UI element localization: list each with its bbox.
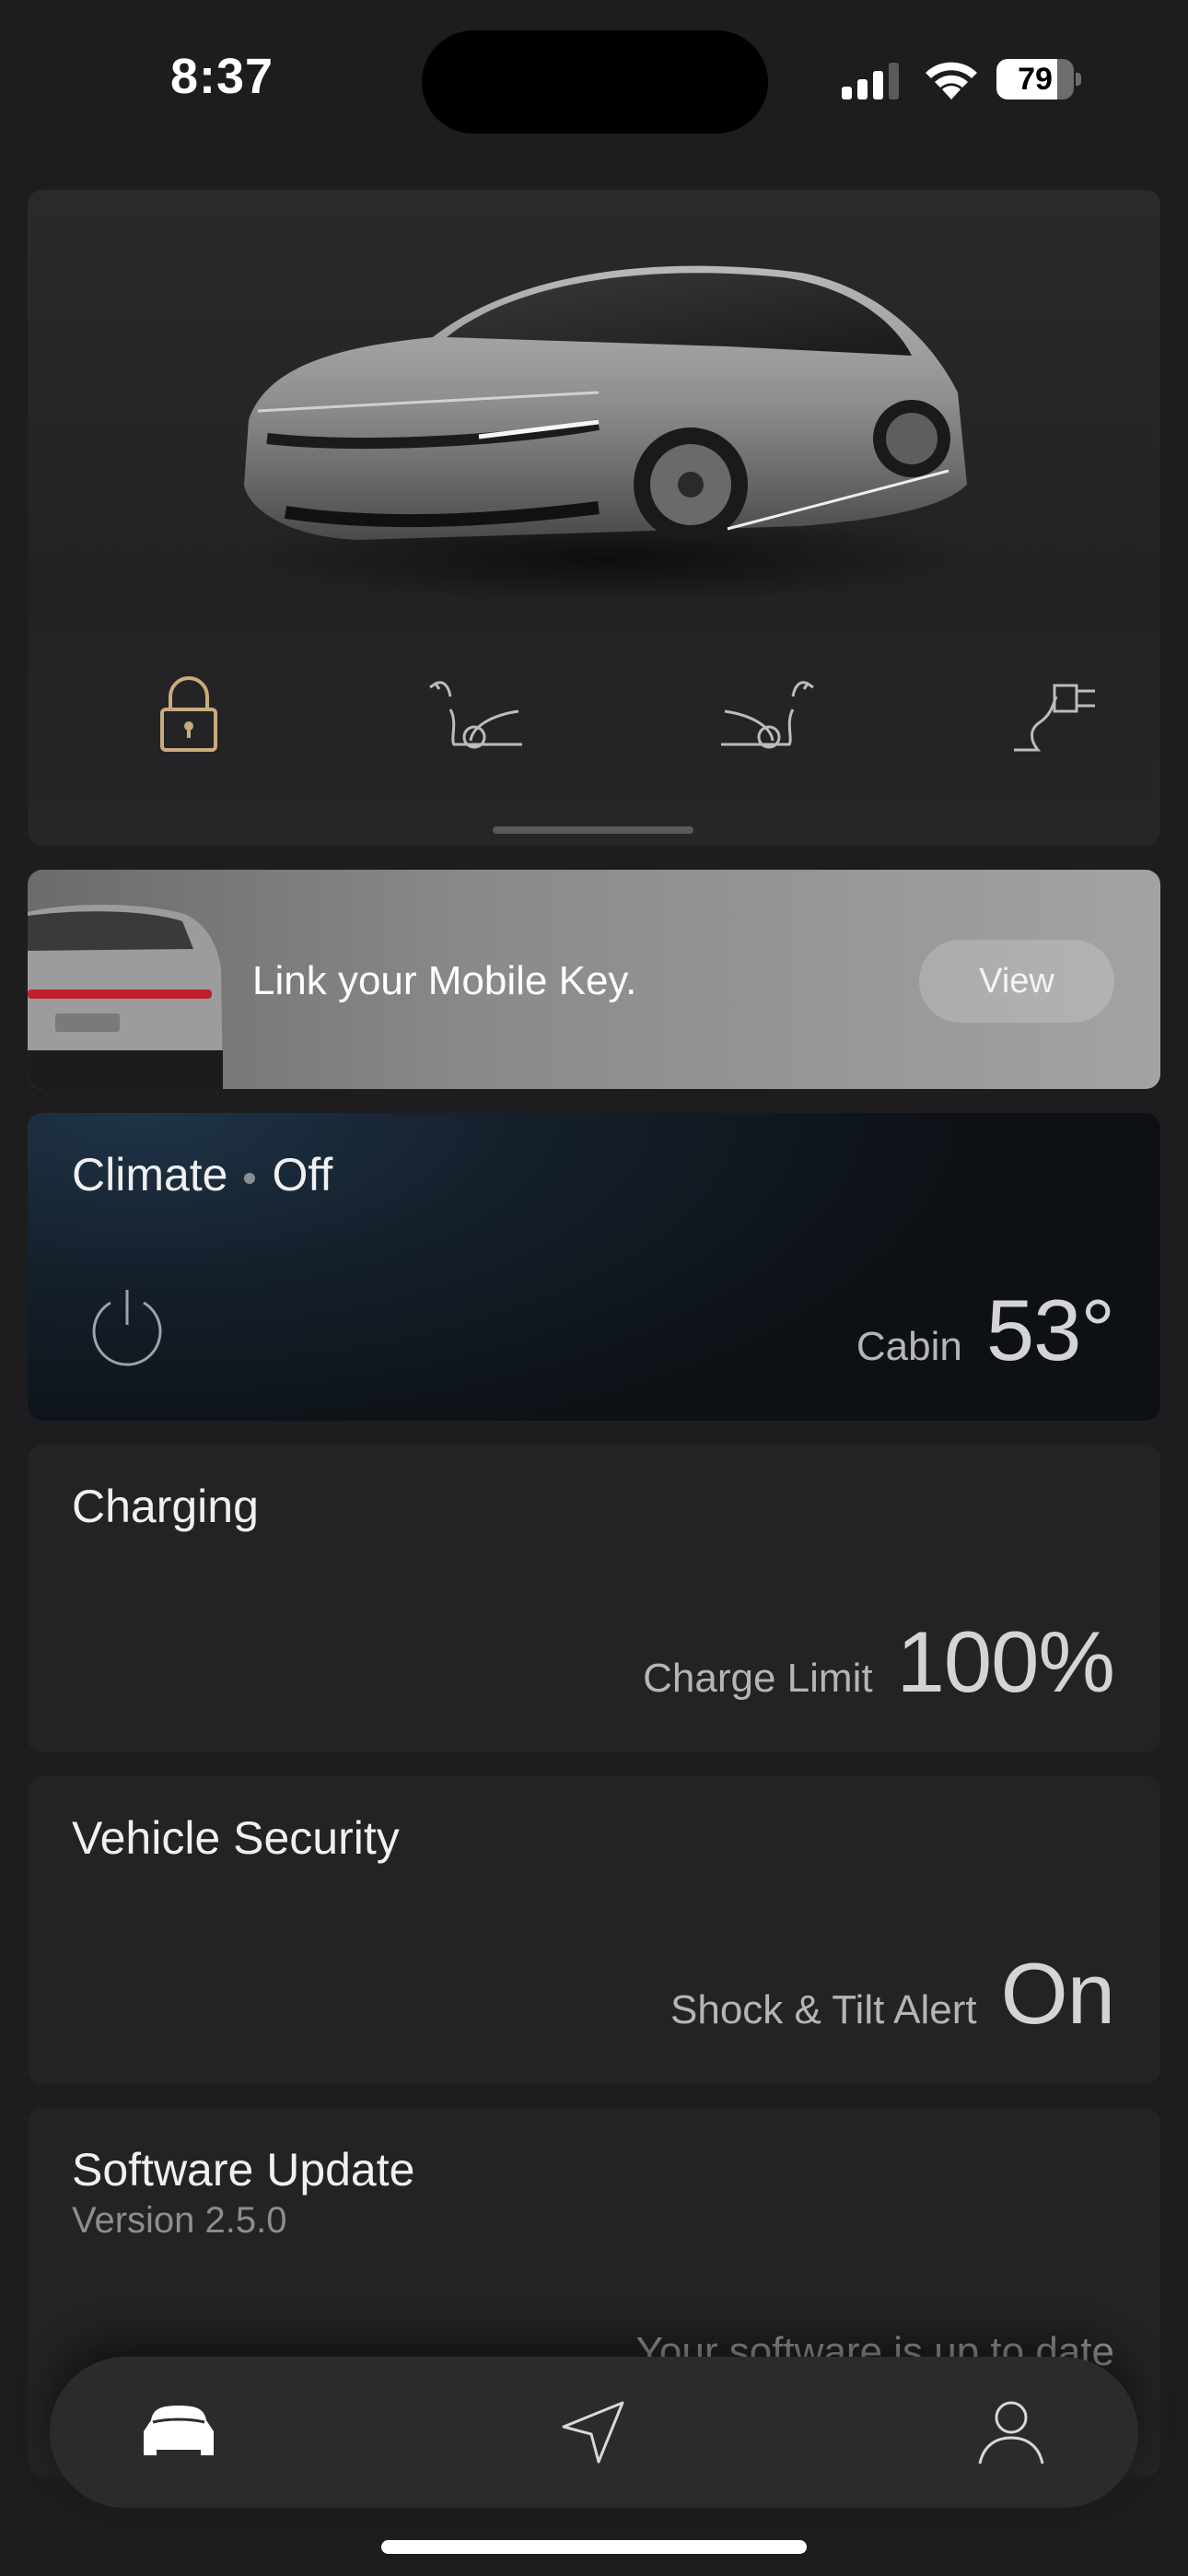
- cellular-signal-icon: [842, 63, 899, 100]
- shock-tilt-label: Shock & Tilt Alert: [670, 1987, 977, 2032]
- shock-tilt-alert: Shock & Tilt Alert On: [670, 1944, 1115, 2043]
- charge-plug-icon: [1014, 684, 1095, 752]
- tab-profile[interactable]: [965, 2386, 1057, 2478]
- charge-limit: Charge Limit 100%: [643, 1612, 1115, 1712]
- cabin-label: Cabin: [856, 1324, 962, 1369]
- charge-limit-value: 100%: [896, 1613, 1115, 1710]
- separator-dot: [244, 1172, 256, 1184]
- padlock-icon: [160, 676, 217, 752]
- home-indicator[interactable]: [381, 2540, 807, 2554]
- trunk-button[interactable]: [702, 650, 831, 779]
- trunk-open-icon: [721, 681, 814, 749]
- mobile-key-message: Link your Mobile Key.: [252, 958, 637, 1003]
- charging-title: Charging: [72, 1481, 259, 1532]
- lock-button[interactable]: [124, 650, 253, 779]
- vehicle-security-card[interactable]: Vehicle Security Shock & Tilt Alert On: [28, 1776, 1160, 2084]
- charge-limit-label: Charge Limit: [643, 1656, 873, 1701]
- tab-vehicle[interactable]: [133, 2386, 225, 2478]
- frunk-button[interactable]: [413, 650, 542, 779]
- person-icon: [978, 2401, 1044, 2465]
- climate-title-row: Climate Off: [72, 1148, 332, 1201]
- tab-navigation[interactable]: [547, 2386, 639, 2478]
- sheet-drag-handle[interactable]: [493, 826, 693, 834]
- charging-card[interactable]: Charging Charge Limit 100%: [28, 1445, 1160, 1752]
- mobile-key-banner[interactable]: Link your Mobile Key. View: [28, 870, 1160, 1089]
- dynamic-island: [422, 30, 768, 134]
- vehicle-image: [239, 265, 976, 604]
- shock-tilt-value: On: [1000, 1945, 1115, 2042]
- cabin-temperature: Cabin 53°: [856, 1281, 1115, 1380]
- cabin-value: 53°: [985, 1282, 1115, 1378]
- wifi-icon: [926, 62, 977, 100]
- status-bar: 8:37 79: [0, 0, 1188, 166]
- climate-state: Off: [272, 1149, 333, 1200]
- view-button[interactable]: View: [919, 940, 1114, 1023]
- charge-port-button[interactable]: [990, 650, 1119, 779]
- vehicle-quick-controls: [28, 650, 1160, 789]
- tab-bar: [50, 2357, 1138, 2508]
- vehicle-hero-card: [28, 190, 1160, 846]
- navigation-arrow-icon: [562, 2401, 624, 2464]
- car-icon: [144, 2406, 214, 2455]
- vehicle-rear-thumbnail: [28, 905, 223, 1089]
- status-time: 8:37: [170, 49, 274, 104]
- climate-card[interactable]: Climate Off Cabin 53°: [28, 1113, 1160, 1421]
- software-title: Software Update: [72, 2144, 415, 2195]
- software-version: Version 2.5.0: [72, 2200, 287, 2241]
- power-icon[interactable]: [83, 1282, 171, 1371]
- security-title: Vehicle Security: [72, 1812, 400, 1864]
- battery-level: 79: [1018, 62, 1053, 97]
- climate-title: Climate: [72, 1149, 228, 1200]
- battery-indicator: 79: [996, 59, 1081, 100]
- frunk-open-icon: [429, 681, 522, 749]
